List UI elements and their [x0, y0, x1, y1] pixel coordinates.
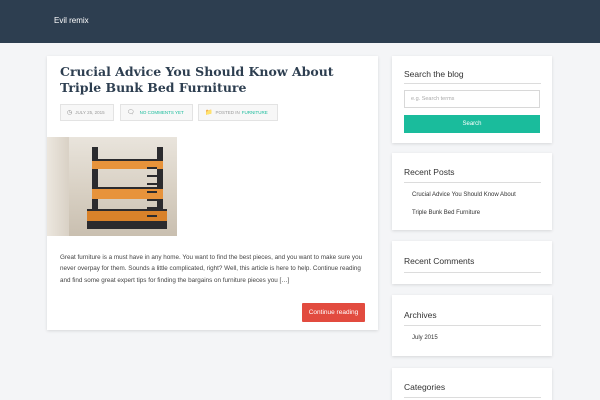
- categories-widget: Categories: [392, 368, 552, 400]
- continue-reading-button[interactable]: Continue reading: [302, 303, 365, 322]
- post-date: JULY 25, 2015: [75, 110, 105, 115]
- recent-comments-widget: Recent Comments: [392, 241, 552, 284]
- recent-post-link[interactable]: Triple Bunk Bed Furniture: [412, 210, 480, 216]
- post-date-badge: ◷ JULY 25, 2015: [60, 104, 114, 121]
- site-brand[interactable]: Evil remix: [54, 16, 89, 25]
- bed-drawer: [87, 221, 167, 229]
- recent-post-link[interactable]: Crucial Advice You Should Know About: [412, 192, 516, 198]
- recent-posts-widget: Recent Posts Crucial Advice You Should K…: [392, 153, 552, 230]
- search-input[interactable]: [404, 90, 540, 108]
- widget-divider: [404, 397, 541, 398]
- search-widget-title: Search the blog: [404, 69, 464, 79]
- search-widget: Search the blog Search: [392, 56, 552, 143]
- folder-icon: 📁: [205, 110, 213, 116]
- widget-divider: [404, 83, 541, 84]
- widget-divider: [404, 182, 541, 183]
- widget-divider: [404, 325, 541, 326]
- posted-in-label: POSTED IN: [215, 110, 240, 115]
- post-category-badge: 📁 POSTED IN FURNITURE: [198, 104, 278, 121]
- post-title[interactable]: Crucial Advice You Should Know About Tri…: [60, 64, 360, 96]
- bed-ladder: [147, 159, 157, 219]
- recent-posts-title: Recent Posts: [404, 167, 455, 177]
- post-excerpt: Great furniture is a must have in any ho…: [60, 254, 363, 284]
- post-thumbnail[interactable]: [47, 137, 177, 236]
- curtain-graphic: [47, 137, 69, 236]
- clock-icon: ◷: [67, 110, 73, 116]
- recent-comments-title: Recent Comments: [404, 256, 475, 266]
- archives-title: Archives: [404, 310, 437, 320]
- comment-icon: 🗨: [127, 110, 135, 116]
- widget-divider: [404, 272, 541, 273]
- archives-widget: Archives July 2015: [392, 295, 552, 356]
- site-header: Evil remix: [0, 0, 600, 43]
- categories-title: Categories: [404, 382, 446, 392]
- search-button[interactable]: Search: [404, 115, 540, 133]
- post-category-link[interactable]: FURNITURE: [242, 110, 268, 115]
- archive-link[interactable]: July 2015: [412, 335, 438, 341]
- post-comments-link[interactable]: NO COMMENTS YET: [140, 110, 184, 115]
- post-comments-badge: 🗨 NO COMMENTS YET: [120, 104, 193, 121]
